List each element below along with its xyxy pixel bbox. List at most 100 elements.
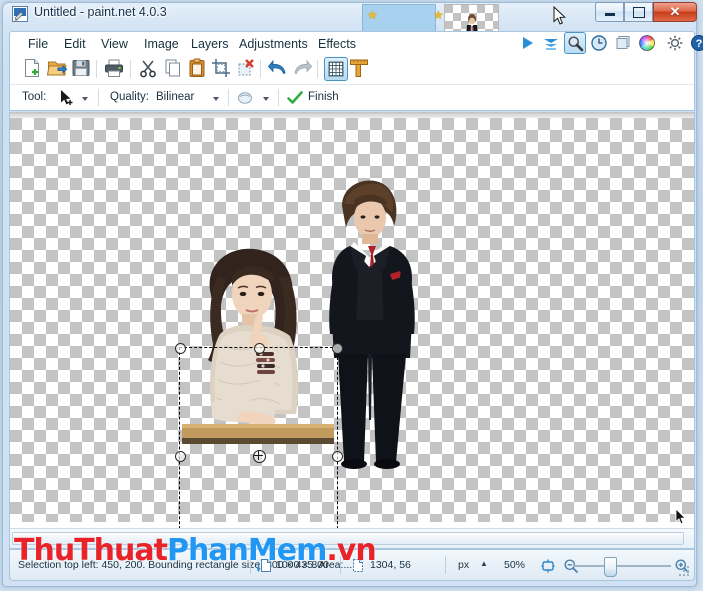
green-check-icon	[286, 89, 304, 112]
sampling-icon[interactable]	[236, 89, 254, 112]
units-caret-icon[interactable]: ▲	[480, 559, 488, 568]
color-wheel-icon	[639, 35, 655, 51]
zoom-slider-thumb[interactable]	[604, 557, 617, 577]
cursor-position-text: 1304, 56	[370, 559, 411, 571]
tool-label: Tool:	[22, 91, 47, 103]
sampling-dropdown-caret[interactable]	[263, 97, 269, 101]
selection-marquee[interactable]	[175, 343, 343, 548]
image-canvas[interactable]	[10, 118, 694, 548]
menu-item-edit[interactable]: Edit	[57, 35, 93, 53]
menu-item-file[interactable]: File	[21, 35, 55, 53]
menu-item-image[interactable]: Image	[137, 35, 186, 53]
settings-button[interactable]	[664, 32, 686, 54]
selection-center-handle[interactable]	[252, 449, 266, 463]
menu-item-effects[interactable]: Effects	[311, 35, 363, 53]
finish-button[interactable]: Finish	[308, 91, 339, 103]
watermark-part-4: Mem	[247, 533, 327, 568]
toolbar-separator	[260, 60, 261, 78]
fit-to-window-icon[interactable]	[540, 558, 556, 579]
help-button[interactable]: ?	[688, 32, 703, 54]
floppy-disk-icon	[72, 60, 90, 76]
selection-handle-top-right[interactable]	[332, 343, 343, 354]
menu-item-view[interactable]: View	[94, 35, 135, 53]
menu-item-adjustments[interactable]: Adjustments	[232, 35, 315, 53]
new-document-icon	[25, 59, 39, 77]
deselect-icon	[238, 59, 254, 76]
toolbar-panel: Tool: Quality: Bilinear Finish	[9, 54, 695, 111]
resize-grip-icon[interactable]	[679, 565, 691, 577]
selection-handle-top-center[interactable]	[253, 343, 265, 354]
options-separator	[278, 89, 279, 106]
scissors-icon	[140, 60, 156, 78]
layers-stack-icon	[544, 39, 558, 50]
watermark-text: ThuThuatPhanMem.vn	[14, 533, 377, 568]
watermark-part-2: Thuat	[74, 533, 168, 568]
redo-arrow-icon	[294, 59, 313, 75]
selection-handle-middle-left[interactable]	[175, 450, 186, 462]
options-separator	[98, 89, 99, 106]
layers-window-icon	[616, 36, 630, 49]
toolbar-separator	[96, 60, 97, 78]
ruler-icon	[350, 59, 368, 77]
tools-window-button[interactable]	[564, 32, 586, 54]
watermark-part-1: Thu	[14, 533, 75, 568]
clipboard-icon	[189, 58, 205, 77]
watermark-part-5: .vn	[326, 533, 376, 568]
paste-button[interactable]	[186, 57, 210, 81]
undo-arrow-icon	[267, 59, 286, 75]
watermark-part-3: Phan	[166, 533, 249, 568]
zoom-slider-track[interactable]	[573, 565, 671, 567]
minimize-button[interactable]	[595, 2, 624, 22]
paintnet-app-icon	[12, 6, 28, 22]
selection-handle-middle-right[interactable]	[332, 450, 343, 462]
maximize-button[interactable]	[624, 2, 653, 22]
printer-icon	[105, 59, 123, 77]
new-button[interactable]	[21, 57, 45, 81]
grid-icon	[328, 61, 344, 77]
history-window-button[interactable]	[588, 32, 610, 54]
save-button[interactable]	[70, 57, 94, 81]
main-toolbar	[10, 54, 694, 84]
redo-button[interactable]	[291, 57, 315, 81]
selection-handle-top-left[interactable]	[175, 343, 186, 354]
open-folder-icon	[46, 61, 68, 76]
toolbar-separator	[317, 60, 318, 78]
play-triangle-icon	[523, 37, 533, 49]
layers-window-button[interactable]	[612, 32, 634, 54]
run-button[interactable]	[516, 32, 538, 54]
print-button[interactable]	[103, 57, 127, 81]
copy-button[interactable]	[162, 57, 186, 81]
crop-to-selection-button[interactable]	[210, 57, 234, 81]
undo-button[interactable]	[267, 57, 291, 81]
gear-icon	[667, 35, 683, 51]
window-title: Untitled - paint.net 4.0.3	[34, 5, 167, 19]
clock-icon	[591, 35, 607, 51]
pixel-grid-button[interactable]	[324, 57, 348, 81]
quality-label: Quality:	[110, 91, 149, 103]
svg-text:?: ?	[696, 38, 703, 50]
help-question-icon: ?	[691, 35, 703, 51]
quality-dropdown-caret[interactable]	[213, 97, 219, 101]
deselect-all-button[interactable]	[234, 57, 258, 81]
colors-window-button[interactable]	[636, 32, 658, 54]
maximize-glyph	[625, 3, 652, 21]
tool-dropdown-caret[interactable]	[82, 97, 88, 101]
rulers-button[interactable]	[348, 57, 372, 81]
canvas-area[interactable]	[9, 112, 695, 549]
cut-button[interactable]	[137, 57, 161, 81]
layer-properties-button[interactable]	[540, 32, 562, 54]
units-label[interactable]: px	[458, 559, 469, 571]
zoom-out-icon[interactable]	[563, 558, 579, 579]
copy-pages-icon	[165, 59, 180, 77]
menu-item-layers[interactable]: Layers	[184, 35, 236, 53]
title-bar: Untitled - paint.net 4.0.3 ✕	[0, 0, 703, 28]
close-button[interactable]: ✕	[653, 2, 697, 22]
quality-value[interactable]: Bilinear	[156, 91, 194, 103]
move-selected-pixels-icon[interactable]	[58, 88, 78, 113]
zoom-level-text[interactable]: 50%	[504, 559, 525, 571]
paintnet-window: Untitled - paint.net 4.0.3 ✕ ★ ★ File Ed…	[0, 0, 703, 591]
star-icon: ★	[367, 8, 378, 22]
open-button[interactable]	[46, 57, 70, 81]
crop-icon	[212, 59, 230, 77]
close-icon: ✕	[669, 4, 681, 19]
